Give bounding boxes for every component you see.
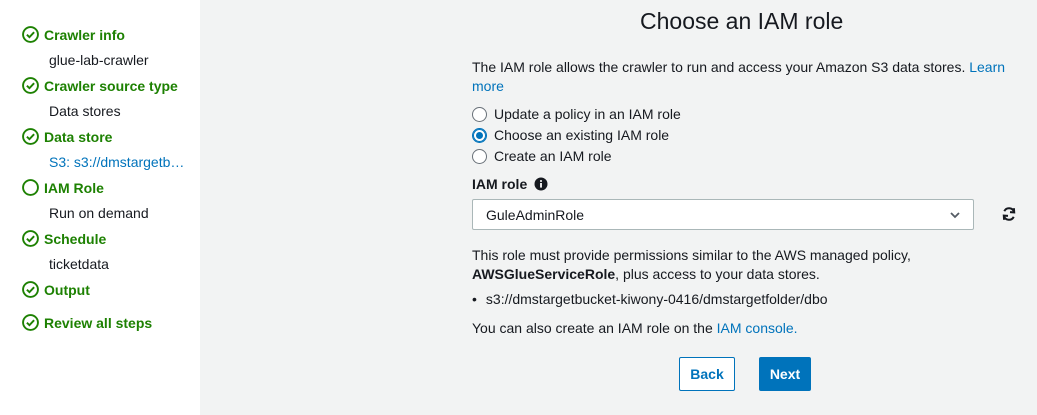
iam-role-selected-value: GuleAdminRole: [486, 206, 585, 223]
step-value: Run on demand: [49, 205, 149, 221]
check-circle-icon: [22, 314, 39, 331]
step-crawler-source-type[interactable]: Crawler source type: [22, 77, 178, 94]
iam-console-note: You can also create an IAM role on the I…: [472, 320, 798, 336]
step-value: glue-lab-crawler: [49, 52, 149, 68]
step-review-all-steps[interactable]: Review all steps: [22, 314, 152, 331]
check-circle-icon: [22, 26, 39, 43]
step-label: Output: [44, 281, 90, 298]
radio-button[interactable]: [472, 148, 487, 164]
data-store-path: s3://dmstargetbucket-kiwony-0416/dmstarg…: [485, 291, 828, 307]
refresh-icon[interactable]: [1001, 206, 1017, 222]
step-label: Crawler info: [44, 26, 125, 43]
step-label: Data store: [44, 128, 113, 145]
console-text: You can also create an IAM role on the: [472, 320, 713, 336]
step-label: Crawler source type: [44, 77, 178, 94]
radio-label: Update a policy in an IAM role: [494, 106, 681, 122]
check-circle-icon: [22, 128, 39, 145]
iam-role-select[interactable]: GuleAdminRole: [472, 199, 974, 230]
step-label: Schedule: [44, 230, 107, 247]
note-prefix: This role must provide permissions simil…: [472, 247, 911, 263]
step-iam-role[interactable]: IAM Role: [22, 179, 104, 196]
step-value: ticketdata: [49, 256, 109, 272]
radio-button[interactable]: [472, 106, 487, 122]
step-label: IAM Role: [44, 179, 104, 196]
data-store-path-item: • s3://dmstargetbucket-kiwony-0416/dmsta…: [472, 291, 828, 307]
description-text: The IAM role allows the crawler to run a…: [472, 59, 966, 75]
step-value-link[interactable]: S3: s3://dmstargetb…: [49, 154, 184, 170]
iam-role-label: IAM role: [472, 176, 548, 192]
wizard-sidebar: Crawler info glue-lab-crawler Crawler so…: [0, 0, 200, 415]
page-title: Choose an IAM role: [640, 8, 844, 34]
step-data-store[interactable]: Data store: [22, 128, 112, 145]
iam-role-label-text: IAM role: [472, 176, 528, 192]
policy-name: AWSGlueServiceRole: [472, 266, 616, 282]
radio-create-role[interactable]: Create an IAM role: [472, 148, 612, 164]
chevron-down-icon: [950, 212, 960, 219]
role-description: The IAM role allows the crawler to run a…: [472, 58, 1017, 96]
step-output[interactable]: Output: [22, 281, 90, 298]
radio-update-policy[interactable]: Update a policy in an IAM role: [472, 106, 681, 122]
empty-circle-icon: [22, 179, 39, 196]
radio-button-selected[interactable]: [472, 127, 487, 143]
iam-console-link[interactable]: IAM console.: [717, 320, 798, 336]
check-circle-icon: [22, 281, 39, 298]
permissions-note: This role must provide permissions simil…: [472, 246, 992, 284]
check-circle-icon: [22, 77, 39, 94]
back-button[interactable]: Back: [679, 357, 735, 391]
step-schedule[interactable]: Schedule: [22, 230, 106, 247]
radio-label: Choose an existing IAM role: [494, 127, 670, 143]
step-crawler-info[interactable]: Crawler info: [22, 26, 125, 43]
bullet-dot: •: [472, 291, 477, 307]
step-value: Data stores: [49, 103, 121, 119]
next-button[interactable]: Next: [759, 357, 811, 391]
radio-choose-existing[interactable]: Choose an existing IAM role: [472, 127, 669, 143]
check-circle-icon: [22, 230, 39, 247]
note-suffix: , plus access to your data stores.: [615, 266, 820, 282]
info-icon[interactable]: [534, 177, 548, 191]
radio-label: Create an IAM role: [494, 148, 612, 164]
step-label: Review all steps: [44, 314, 153, 331]
